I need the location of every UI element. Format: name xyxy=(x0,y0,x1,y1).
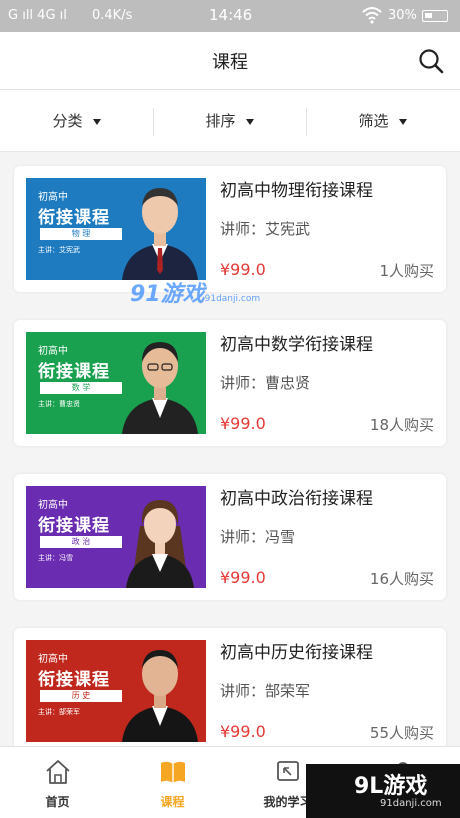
thumb-tag-big: 衔接课程 xyxy=(38,208,110,228)
filter-label: 排序 xyxy=(205,112,236,130)
course-buyers: 18人购买 xyxy=(369,416,434,434)
course-price: ¥99.0 xyxy=(220,568,266,587)
course-card[interactable]: 初高中 衔接课程 历 史 主讲：郜荣军 初高中历史衔接课程 讲师：郜荣军 ¥99… xyxy=(14,628,446,754)
tab-home[interactable]: 首页 xyxy=(0,747,115,818)
watermark-text: 91游戏 xyxy=(130,282,205,307)
teacher-photo xyxy=(122,188,198,280)
battery-icon xyxy=(422,10,448,22)
course-price: ¥99.0 xyxy=(220,414,266,433)
course-title: 初高中物理衔接课程 xyxy=(220,181,373,201)
course-buyers: 16人购买 xyxy=(369,570,434,588)
caret-down-icon xyxy=(398,118,407,125)
thumb-tag-big: 衔接课程 xyxy=(38,362,110,382)
course-title: 初高中历史衔接课程 xyxy=(220,643,373,663)
corner-watermark-text: 9L游戏 xyxy=(354,774,428,799)
thumb-subject: 历 史 xyxy=(40,690,122,702)
battery-percent: 30% xyxy=(388,8,417,23)
course-thumbnail: 初高中 衔接课程 历 史 主讲：郜荣军 xyxy=(26,640,206,742)
thumb-subject: 物 理 xyxy=(40,228,122,240)
thumb-subject: 政 治 xyxy=(40,536,122,548)
nav-bar: 课程 xyxy=(0,32,460,90)
thumb-host: 主讲：曹忠贤 xyxy=(38,400,80,408)
thumb-tag-small: 初高中 xyxy=(38,346,68,357)
thumb-host: 主讲：艾宪武 xyxy=(38,246,80,254)
course-card[interactable]: 初高中 衔接课程 数 学 主讲：曹忠贤 初高中数学衔接课程 讲师：曹忠贤 ¥99… xyxy=(14,320,446,446)
thumb-host: 主讲：冯雪 xyxy=(38,554,73,562)
thumb-host: 主讲：郜荣军 xyxy=(38,708,80,716)
course-teacher: 讲师：曹忠贤 xyxy=(220,374,311,392)
thumb-tag-big: 衔接课程 xyxy=(38,670,110,690)
thumb-subject: 数 学 xyxy=(40,382,122,394)
caret-down-icon xyxy=(245,118,254,125)
course-buyers: 1人购买 xyxy=(379,262,434,280)
corner-watermark-url: 91danji.com xyxy=(380,798,442,809)
thumb-tag-small: 初高中 xyxy=(38,654,68,665)
filter-label: 筛选 xyxy=(358,112,389,130)
course-teacher: 讲师：艾宪武 xyxy=(220,220,311,238)
course-teacher: 讲师：郜荣军 xyxy=(220,682,311,700)
course-card[interactable]: 初高中 衔接课程 政 治 主讲：冯雪 初高中政治衔接课程 讲师：冯雪 ¥99.0… xyxy=(14,474,446,600)
signal-indicator: G ıll 4G ıl xyxy=(8,8,67,23)
course-title: 初高中政治衔接课程 xyxy=(220,489,373,509)
watermark-url: 91danji.com xyxy=(204,294,261,304)
course-thumbnail: 初高中 衔接课程 数 学 主讲：曹忠贤 xyxy=(26,332,206,434)
filter-label: 分类 xyxy=(52,112,83,130)
thumb-tag-small: 初高中 xyxy=(38,192,68,203)
course-card[interactable]: 初高中 衔接课程 物 理 主讲：艾宪武 初高中物理衔接课程 讲师：艾宪武 ¥99… xyxy=(14,166,446,292)
clock: 14:46 xyxy=(209,6,253,24)
thumb-tag-small: 初高中 xyxy=(38,500,68,511)
course-thumbnail: 初高中 衔接课程 政 治 主讲：冯雪 xyxy=(26,486,206,588)
tab-label: 首页 xyxy=(45,795,70,809)
teacher-photo xyxy=(122,342,198,434)
home-icon xyxy=(46,760,70,784)
network-speed: 0.4K/s xyxy=(92,8,133,23)
tab-label: 课程 xyxy=(160,795,185,809)
status-bar: G ıll 4G ıl 0.4K/s 14:46 30% xyxy=(0,0,460,32)
wifi-icon xyxy=(362,7,382,24)
teacher-photo xyxy=(122,650,198,742)
corner-watermark-logo: 9L游戏 91danji.com xyxy=(306,764,460,818)
course-teacher: 讲师：冯雪 xyxy=(220,528,296,546)
page-title: 课程 xyxy=(212,52,248,73)
study-icon xyxy=(277,761,299,781)
course-thumbnail: 初高中 衔接课程 物 理 主讲：艾宪武 xyxy=(26,178,206,280)
teacher-photo xyxy=(126,500,194,588)
filter-category[interactable]: 分类 xyxy=(0,90,153,152)
course-price: ¥99.0 xyxy=(220,722,266,741)
filter-screen[interactable]: 筛选 xyxy=(306,90,459,152)
filter-sort[interactable]: 排序 xyxy=(153,90,306,152)
tab-courses[interactable]: 课程 xyxy=(115,747,230,818)
thumb-tag-big: 衔接课程 xyxy=(38,516,110,536)
search-icon[interactable] xyxy=(416,46,446,76)
watermark-logo: 91游戏91danji.com xyxy=(130,276,260,308)
book-icon xyxy=(161,761,185,783)
filter-bar: 分类 排序 筛选 xyxy=(0,90,460,152)
course-title: 初高中数学衔接课程 xyxy=(220,335,373,355)
course-buyers: 55人购买 xyxy=(369,724,434,742)
caret-down-icon xyxy=(92,118,101,125)
